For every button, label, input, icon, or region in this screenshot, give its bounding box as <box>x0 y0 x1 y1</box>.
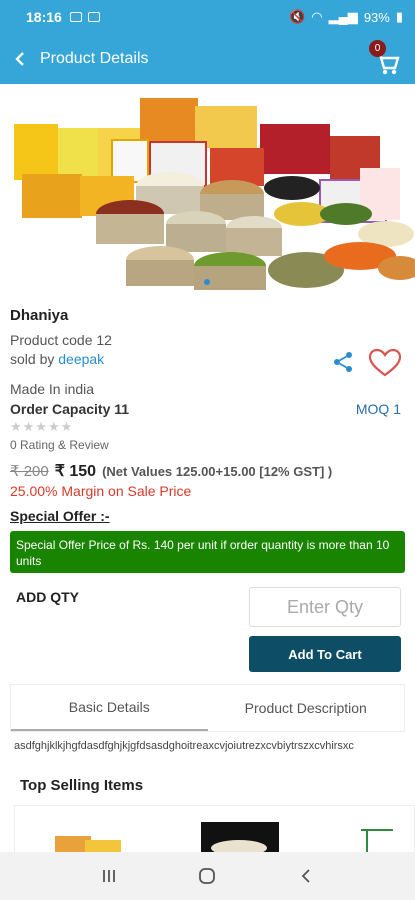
cart-count-badge: 0 <box>369 40 386 57</box>
page-title: Product Details <box>40 50 149 67</box>
carousel-indicator <box>204 279 210 285</box>
mute-icon: 🔇 <box>289 9 306 24</box>
tab-product-description[interactable]: Product Description <box>208 685 405 731</box>
status-bar: 18:16 🔇 ◠ ▂▄▆ 93% ▮ <box>0 0 415 34</box>
home-button[interactable] <box>195 864 219 888</box>
recent-apps-button[interactable] <box>97 864 121 888</box>
moq: MOQ 1 <box>355 401 401 417</box>
battery-icon: ▮ <box>395 9 403 24</box>
system-nav-bar <box>0 852 415 900</box>
product-image-carousel[interactable] <box>0 84 415 296</box>
recent-apps-icon <box>103 870 116 882</box>
add-to-cart-button[interactable]: Add To Cart <box>249 636 401 672</box>
seller-link[interactable]: deepak <box>58 351 104 367</box>
mrp-price: ₹ 200 <box>10 463 49 480</box>
order-capacity: Order Capacity 11 <box>10 401 130 417</box>
details-tabs: Basic Details Product Description <box>10 684 405 732</box>
top-selling-heading: Top Selling Items <box>20 777 144 794</box>
quantity-input[interactable] <box>249 587 401 627</box>
product-code: Product code 12 <box>10 332 112 348</box>
wishlist-button[interactable] <box>368 348 402 378</box>
rating-review-count: 0 Rating & Review <box>10 438 109 452</box>
sale-price: ₹ 150 <box>54 463 97 480</box>
status-right: 🔇 ◠ ▂▄▆ 93% ▮ <box>289 9 403 25</box>
wifi-icon: ◠ <box>311 9 323 24</box>
product-image <box>0 84 415 296</box>
gallery-icon <box>69 12 82 22</box>
made-in: Made In india <box>10 381 95 397</box>
back-arrow-icon <box>15 52 24 66</box>
status-time: 18:16 <box>26 9 62 25</box>
sold-by-label: sold by <box>10 351 59 367</box>
tab-basic-details[interactable]: Basic Details <box>11 685 208 731</box>
add-qty-label: ADD QTY <box>16 589 79 605</box>
signal-icon: ▂▄▆ <box>328 9 358 24</box>
net-values: (Net Values 125.00+15.00 [12% GST] ) <box>102 464 333 479</box>
cart-button[interactable]: 0 <box>369 40 400 76</box>
share-button[interactable] <box>332 351 354 373</box>
share-icon <box>334 352 352 372</box>
app-bar: Product Details 0 <box>0 34 415 84</box>
screen-icon <box>87 12 100 22</box>
system-back-icon <box>301 869 310 883</box>
basic-details-text: asdfghjklkjhgfdasdfghjkjgfdsasdghoitreax… <box>14 740 354 752</box>
special-offer-heading: Special Offer :- <box>10 508 110 524</box>
back-button[interactable] <box>0 34 40 84</box>
top-selling-thumbnails <box>55 822 393 854</box>
margin-text: 25.00% Margin on Sale Price <box>10 483 192 499</box>
status-notification-icons <box>69 12 100 22</box>
special-offer-banner: Special Offer Price of Rs. 140 per unit … <box>10 531 405 573</box>
rating-stars: ★★★★★ <box>10 419 74 434</box>
top-selling-list[interactable] <box>14 805 415 855</box>
price-row: ₹ 200 ₹ 150 (Net Values 125.00+15.00 [12… <box>10 461 332 481</box>
battery-level: 93% <box>363 9 390 25</box>
sold-by: sold by deepak <box>10 351 104 367</box>
heart-icon <box>368 348 402 377</box>
system-back-button[interactable] <box>294 864 318 888</box>
product-name: Dhaniya <box>10 307 69 324</box>
home-icon <box>199 868 216 884</box>
